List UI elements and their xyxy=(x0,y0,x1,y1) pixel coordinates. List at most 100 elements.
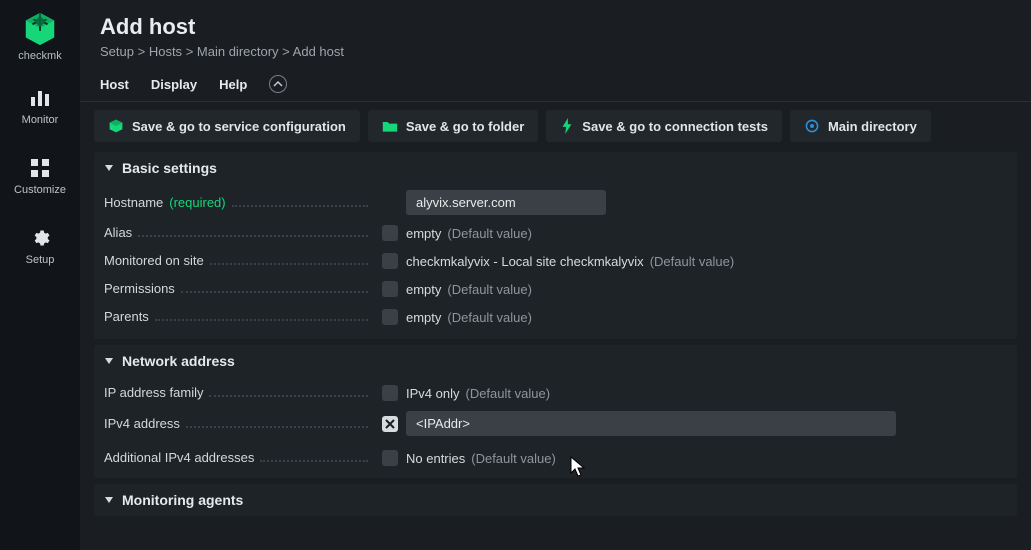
gear-icon xyxy=(30,226,50,250)
breadcrumb-item[interactable]: Setup xyxy=(100,44,134,59)
target-icon xyxy=(804,118,820,134)
field-label: Permissions xyxy=(104,281,175,296)
default-tag: (Default value) xyxy=(447,310,532,325)
field-value: empty xyxy=(406,226,441,241)
breadcrumb-sep: > xyxy=(138,44,149,59)
dot-leader xyxy=(138,235,368,237)
section-title: Monitoring agents xyxy=(122,492,243,508)
main-directory-button[interactable]: Main directory xyxy=(790,110,931,142)
triangle-down-icon xyxy=(104,492,114,508)
save-service-config-button[interactable]: Save & go to service configuration xyxy=(94,110,360,142)
dot-leader xyxy=(181,291,368,293)
bolt-icon xyxy=(560,118,574,134)
save-folder-button[interactable]: Save & go to folder xyxy=(368,110,538,142)
cube-icon xyxy=(108,118,124,134)
default-tag: (Default value) xyxy=(471,451,556,466)
row-additional-ipv4: Additional IPv4 addresses No entries (De… xyxy=(94,440,1017,470)
section-title: Basic settings xyxy=(122,160,217,176)
button-label: Save & go to service configuration xyxy=(132,119,346,134)
override-checkbox[interactable] xyxy=(382,225,398,241)
breadcrumb: Setup > Hosts > Main directory > Add hos… xyxy=(100,44,1011,59)
default-tag: (Default value) xyxy=(650,254,735,269)
dot-leader xyxy=(210,263,368,265)
folder-icon xyxy=(382,119,398,133)
field-value: empty xyxy=(406,310,441,325)
field-value: checkmkalyvix - Local site checkmkalyvix xyxy=(406,254,644,269)
row-parents: Parents empty (Default value) xyxy=(94,303,1017,331)
breadcrumb-item[interactable]: Hosts xyxy=(149,44,182,59)
menu-display[interactable]: Display xyxy=(151,77,197,92)
breadcrumb-sep: > xyxy=(282,44,293,59)
collapse-toggle[interactable] xyxy=(269,75,287,93)
field-value: No entries xyxy=(406,451,465,466)
field-value: empty xyxy=(406,282,441,297)
dot-leader xyxy=(260,460,368,462)
row-hostname: Hostname (required) xyxy=(94,186,1017,219)
default-tag: (Default value) xyxy=(465,386,550,401)
breadcrumb-item[interactable]: Add host xyxy=(293,44,344,59)
menu-host[interactable]: Host xyxy=(100,77,129,92)
sidebar-item-label: Setup xyxy=(26,254,55,266)
override-checkbox[interactable] xyxy=(382,416,398,432)
field-value: IPv4 only xyxy=(406,386,459,401)
grid-icon xyxy=(30,156,50,180)
button-label: Save & go to connection tests xyxy=(582,119,768,134)
sidebar-item-label: Monitor xyxy=(22,114,59,126)
sidebar-item-setup[interactable]: Setup xyxy=(0,220,80,272)
field-label: Alias xyxy=(104,225,132,240)
default-tag: (Default value) xyxy=(447,226,532,241)
field-label: IPv4 address xyxy=(104,416,180,431)
menu-help[interactable]: Help xyxy=(219,77,247,92)
dot-leader xyxy=(232,205,368,207)
breadcrumb-item[interactable]: Main directory xyxy=(197,44,279,59)
override-checkbox[interactable] xyxy=(382,309,398,325)
button-label: Save & go to folder xyxy=(406,119,524,134)
override-checkbox[interactable] xyxy=(382,281,398,297)
save-connection-tests-button[interactable]: Save & go to connection tests xyxy=(546,110,782,142)
breadcrumb-sep: > xyxy=(186,44,197,59)
logo-text: checkmk xyxy=(18,50,61,62)
row-permissions: Permissions empty (Default value) xyxy=(94,275,1017,303)
close-icon xyxy=(384,418,396,430)
field-label: Additional IPv4 addresses xyxy=(104,450,254,465)
logo[interactable]: checkmk xyxy=(18,10,61,62)
override-checkbox[interactable] xyxy=(382,450,398,466)
sidebar-item-customize[interactable]: Customize xyxy=(0,150,80,202)
section-header[interactable]: Network address xyxy=(94,345,1017,377)
sidebar-item-monitor[interactable]: Monitor xyxy=(0,80,80,132)
ipv4-address-input[interactable] xyxy=(406,411,896,436)
triangle-down-icon xyxy=(104,353,114,369)
page-title: Add host xyxy=(100,14,1011,40)
section-monitoring-agents: Monitoring agents xyxy=(94,484,1017,516)
dot-leader xyxy=(186,426,368,428)
row-ip-family: IP address family IPv4 only (Default val… xyxy=(94,379,1017,407)
sidebar-item-label: Customize xyxy=(14,184,66,196)
override-checkbox[interactable] xyxy=(382,385,398,401)
field-label: Hostname xyxy=(104,195,163,210)
main-content: Add host Setup > Hosts > Main directory … xyxy=(80,0,1031,550)
section-header[interactable]: Basic settings xyxy=(94,152,1017,184)
checkmk-logo-icon xyxy=(21,10,59,48)
dot-leader xyxy=(155,319,368,321)
default-tag: (Default value) xyxy=(447,282,532,297)
section-header[interactable]: Monitoring agents xyxy=(94,484,1017,516)
chevron-up-icon xyxy=(273,79,283,89)
bars-icon xyxy=(29,86,51,110)
section-basic-settings: Basic settings Hostname (required) Alias xyxy=(94,152,1017,339)
dot-leader xyxy=(209,395,368,397)
section-title: Network address xyxy=(122,353,235,369)
override-checkbox[interactable] xyxy=(382,253,398,269)
page-header: Add host Setup > Hosts > Main directory … xyxy=(80,0,1031,69)
left-sidebar: checkmk Monitor Customize xyxy=(0,0,80,550)
menubar: Host Display Help xyxy=(80,69,1031,102)
hostname-input[interactable] xyxy=(406,190,606,215)
triangle-down-icon xyxy=(104,160,114,176)
row-ipv4-address: IPv4 address xyxy=(94,407,1017,440)
required-tag: (required) xyxy=(169,195,225,210)
row-monitored-on-site: Monitored on site checkmkalyvix - Local … xyxy=(94,247,1017,275)
section-network-address: Network address IP address family IPv4 o… xyxy=(94,345,1017,478)
field-label: Monitored on site xyxy=(104,253,204,268)
field-label: Parents xyxy=(104,309,149,324)
button-label: Main directory xyxy=(828,119,917,134)
field-label: IP address family xyxy=(104,385,203,400)
